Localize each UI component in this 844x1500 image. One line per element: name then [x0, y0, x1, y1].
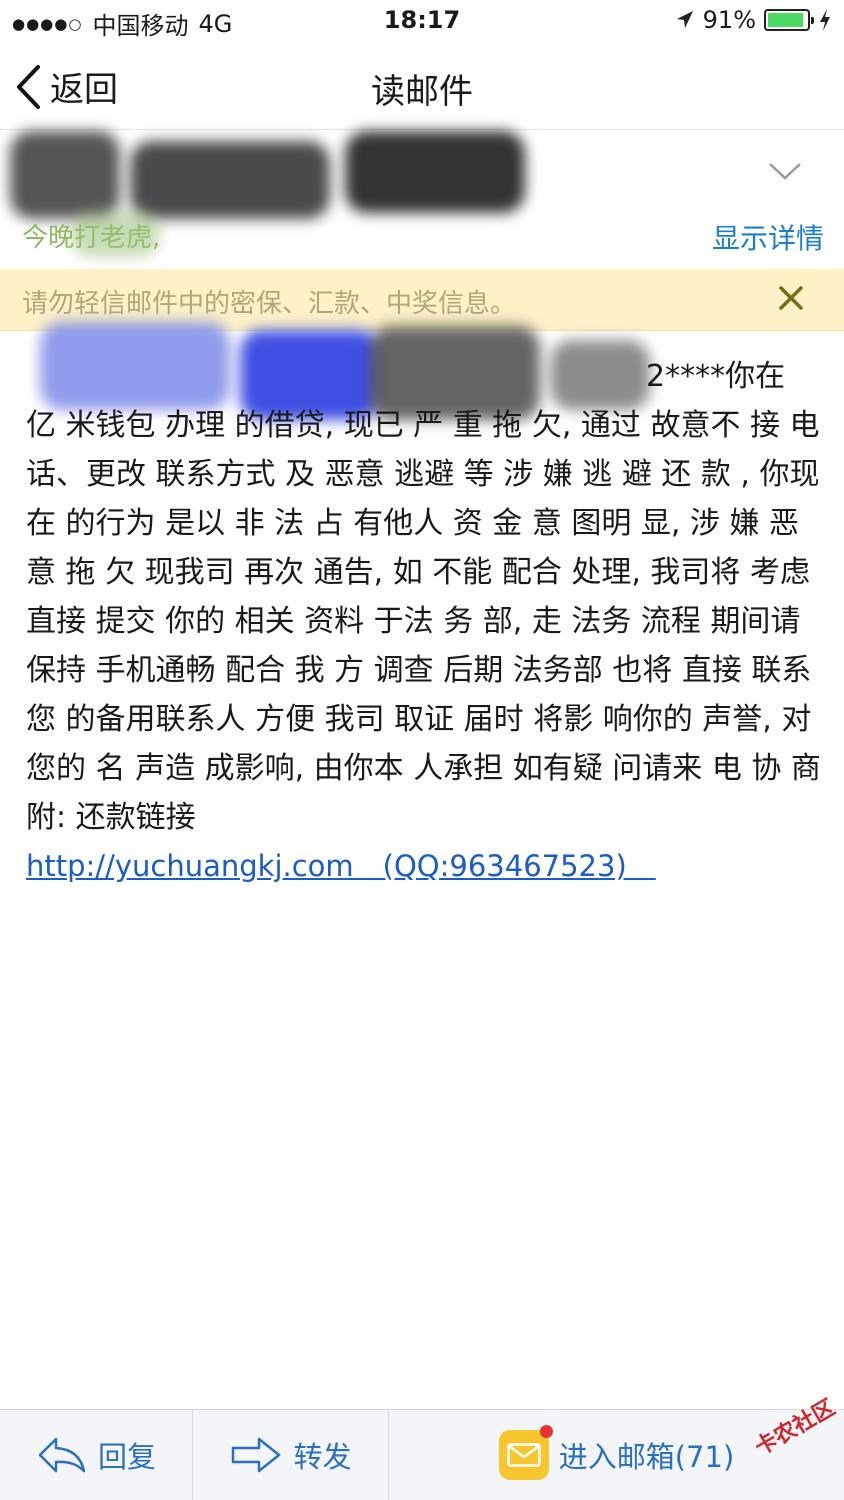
status-bar: ●●●●○ 中国移动 4G 18:17 91%	[0, 0, 844, 42]
forward-button[interactable]: 转发	[193, 1410, 389, 1500]
mail-body-text: 米钱包 办理 的借贷, 现已 严 重 拖 欠, 通过 故意不 接 电话、更改 联…	[26, 408, 821, 835]
reply-button[interactable]: 回复	[0, 1410, 193, 1500]
bottom-toolbar: 回复 转发 进入邮箱(71)	[0, 1409, 844, 1500]
close-icon[interactable]	[776, 283, 806, 313]
forward-arrow-icon	[232, 1437, 281, 1473]
reply-arrow-icon	[38, 1437, 86, 1473]
mail-envelope-icon	[498, 1425, 553, 1480]
location-arrow-icon	[676, 11, 693, 28]
battery-percent: 91%	[702, 6, 756, 34]
inbox-label: 进入邮箱(71)	[558, 1440, 735, 1474]
mail-header: 今晚打老虎, 显示详情	[0, 131, 844, 269]
redacted-body-prefix	[26, 385, 646, 386]
mail-body: 2****你在 亿 米钱包 办理 的借贷, 现已 严 重 拖 欠, 通过 故意不…	[26, 352, 822, 891]
forward-label: 转发	[293, 1440, 352, 1474]
status-bar-right: 91%	[675, 6, 832, 34]
redacted-sender-2	[130, 141, 330, 219]
nav-bar: 返回 读邮件	[0, 42, 844, 130]
page-title: 读邮件	[371, 72, 473, 112]
repayment-link[interactable]: http://yuchuangkj.com (QQ:963467523)	[26, 842, 822, 891]
charging-bolt-icon	[820, 9, 830, 31]
show-details-link[interactable]: 显示详情	[712, 217, 824, 257]
redacted-subject	[70, 211, 160, 257]
battery-icon	[764, 9, 814, 31]
redacted-sender-1	[10, 131, 120, 219]
battery-level	[768, 13, 803, 27]
warning-text: 请勿轻信邮件中的密保、汇款、中奖信息。	[22, 289, 517, 319]
redacted-sender-3	[345, 131, 525, 213]
chevron-down-icon[interactable]	[768, 161, 802, 181]
notification-dot	[539, 1425, 553, 1438]
reply-label: 回复	[97, 1440, 156, 1474]
